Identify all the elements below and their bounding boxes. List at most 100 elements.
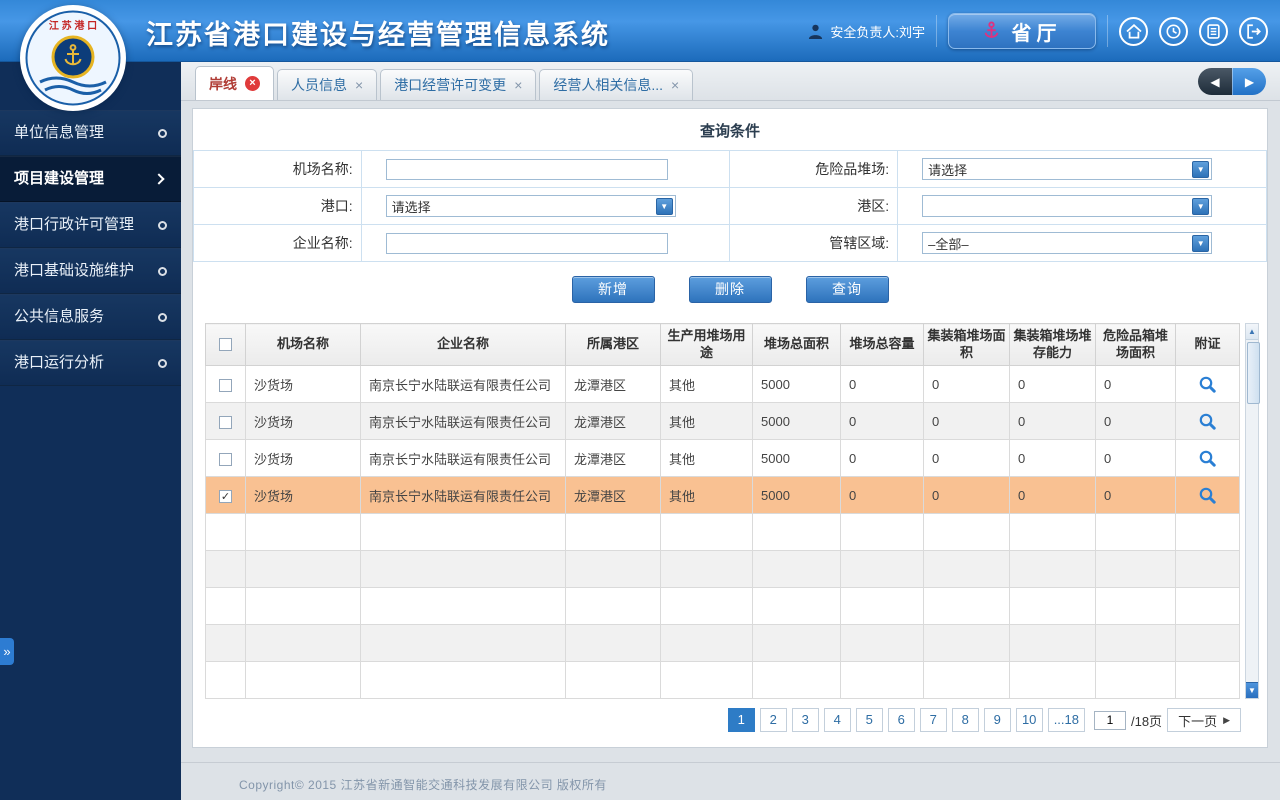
enterprise-name-input[interactable] (385, 232, 668, 254)
tab-close-icon[interactable]: × (514, 78, 522, 92)
tab-coastline[interactable]: 岸线 × (195, 66, 274, 100)
history-button[interactable] (1159, 16, 1188, 46)
app-title: 江苏省港口建设与经营管理信息系统 (146, 20, 610, 50)
tab-operator-info[interactable]: 经营人相关信息... × (539, 69, 694, 100)
provincial-dept-button[interactable]: 省厅 (948, 13, 1096, 49)
table-scrollbar[interactable]: ▲ ▼ (1245, 323, 1260, 699)
column-header: 生产用堆场用途 (660, 323, 753, 366)
sidebar-item-label: 港口基础设施维护 (14, 262, 135, 279)
port-area-select[interactable]: ▼ (922, 195, 1213, 217)
double-chevron-icon: » (3, 644, 11, 659)
select-all-checkbox[interactable] (219, 338, 232, 352)
table-row[interactable]: 沙货场 南京长宁水陆联运有限责任公司 龙潭港区 其他 5000 0 0 0 0 (205, 439, 1240, 477)
airport-name-label: 机场名称: (292, 161, 353, 177)
row-checkbox[interactable] (219, 378, 232, 392)
tab-scroll-right-button[interactable]: ▶ (1232, 68, 1266, 95)
tab-close-icon[interactable]: × (671, 78, 679, 92)
table-cell: 0 (840, 439, 924, 477)
dropdown-arrow-icon: ▼ (1192, 160, 1210, 178)
row-checkbox[interactable]: ✓ (219, 489, 232, 503)
scrollbar-track[interactable] (1246, 340, 1260, 682)
page-button[interactable]: 3 (791, 708, 819, 732)
tab-close-icon[interactable]: × (355, 78, 363, 92)
tab-port-license-change[interactable]: 港口经营许可变更 × (380, 69, 537, 100)
table-cell: 其他 (660, 402, 753, 440)
page-button[interactable]: 1 (727, 708, 755, 732)
tab-label: 人员信息 (291, 77, 347, 93)
tab-close-icon[interactable]: × (245, 76, 260, 91)
page-button[interactable]: 2 (759, 708, 787, 732)
sidebar-item-project-build-mgmt[interactable]: 项目建设管理 (0, 156, 181, 202)
pagination: 12345678910...18 /18页 下一页 ▶ (193, 708, 1241, 732)
airport-name-input[interactable] (385, 158, 668, 180)
view-certificate-icon[interactable] (1198, 375, 1217, 394)
table-cell: 0 (1009, 365, 1096, 403)
sidebar-item-unit-info-mgmt[interactable]: 单位信息管理 (0, 110, 181, 156)
port-select[interactable]: 请选择 ▼ (385, 195, 676, 217)
view-certificate-icon[interactable] (1198, 486, 1217, 505)
table-row[interactable]: 沙货场 南京长宁水陆联运有限责任公司 龙潭港区 其他 5000 0 0 0 0 (205, 402, 1240, 440)
table-cell: 0 (1009, 402, 1096, 440)
column-header: 危险品箱堆场面积 (1095, 323, 1176, 366)
dropdown-arrow-icon: ▼ (655, 197, 673, 215)
table-empty-row (205, 587, 1240, 625)
table-cell: 南京长宁水陆联运有限责任公司 (360, 439, 566, 477)
tab-scroll-left-button[interactable]: ◀ (1198, 68, 1232, 95)
dangerous-yard-label: 危险品堆场: (815, 161, 890, 177)
page-button[interactable]: 10 (1015, 708, 1043, 732)
page-button[interactable]: 4 (823, 708, 851, 732)
table-body: 沙货场 南京长宁水陆联运有限责任公司 龙潭港区 其他 5000 0 0 0 0 沙货场 南京长宁水陆… (205, 365, 1240, 699)
query-section-title: 查询条件 (699, 123, 760, 140)
sidebar-item-public-info-service[interactable]: 公共信息服务 (0, 294, 181, 340)
delete-button[interactable]: 删除 (688, 276, 772, 303)
user-label: 安全负责人:刘宇 (830, 24, 925, 40)
table-cell: 龙潭港区 (565, 402, 661, 440)
search-button[interactable]: 查询 (805, 276, 889, 303)
add-button[interactable]: 新增 (571, 276, 655, 303)
sidebar-item-port-admin-license[interactable]: 港口行政许可管理 (0, 202, 181, 248)
view-certificate-icon[interactable] (1198, 412, 1217, 431)
page-button[interactable]: 5 (855, 708, 883, 732)
row-checkbox[interactable] (219, 415, 232, 429)
circle-indicator-icon (158, 359, 167, 368)
header-divider (936, 15, 937, 47)
page-button[interactable]: ...18 (1047, 708, 1085, 732)
table-cell: 沙货场 (245, 476, 361, 514)
dangerous-yard-select[interactable]: 请选择 ▼ (922, 158, 1213, 180)
sidebar-item-port-operation-analysis[interactable]: 港口运行分析 (0, 340, 181, 386)
jurisdiction-select[interactable]: –全部– ▼ (922, 232, 1213, 254)
tab-personnel-info[interactable]: 人员信息 × (277, 69, 378, 100)
pagination-pages: 1 2 3 4 5 6 7 8 9 10 ...18 (727, 708, 1085, 732)
sidebar-item-port-infrastructure[interactable]: 港口基础设施维护 (0, 248, 181, 294)
row-checkbox[interactable] (219, 452, 232, 466)
next-page-button[interactable]: 下一页 ▶ (1167, 708, 1241, 732)
table-cell: 南京长宁水陆联运有限责任公司 (360, 476, 566, 514)
column-header: 集装箱堆场面积 (923, 323, 1010, 366)
page-button[interactable]: 7 (919, 708, 947, 732)
header-divider (1107, 15, 1108, 47)
port-area-label: 港区: (857, 198, 890, 214)
page-button[interactable]: 8 (951, 708, 979, 732)
page-button[interactable]: 9 (983, 708, 1011, 732)
page-button[interactable]: 6 (887, 708, 915, 732)
table-cell: 0 (923, 365, 1010, 403)
sidebar-item-label: 港口运行分析 (14, 354, 105, 371)
sidebar: 单位信息管理 项目建设管理 港口行政许可管理 港口基础设施维护 公共信息服务 港… (0, 62, 181, 800)
table-cell: 0 (923, 402, 1010, 440)
scroll-down-button[interactable]: ▼ (1246, 682, 1258, 698)
table-row[interactable]: 沙货场 南京长宁水陆联运有限责任公司 龙潭港区 其他 5000 0 0 0 0 (205, 365, 1240, 403)
app-logo: 江 苏 港 口 (18, 3, 128, 113)
view-certificate-icon[interactable] (1198, 449, 1217, 468)
scroll-up-button[interactable]: ▲ (1246, 324, 1258, 340)
table-cell: 0 (923, 476, 1010, 514)
dept-button-label: 省厅 (1011, 22, 1062, 45)
scrollbar-thumb[interactable] (1247, 342, 1260, 404)
table-row[interactable]: ✓ 沙货场 南京长宁水陆联运有限责任公司 龙潭港区 其他 5000 0 0 0 0 (205, 476, 1240, 514)
page-number-input[interactable] (1093, 710, 1126, 730)
home-button[interactable] (1119, 16, 1148, 46)
notes-button[interactable] (1199, 16, 1228, 46)
sidebar-collapse-toggle[interactable]: » (0, 638, 14, 665)
user-icon (809, 24, 823, 39)
logout-button[interactable] (1239, 16, 1268, 46)
page-total-label: /18页 (1130, 713, 1163, 729)
